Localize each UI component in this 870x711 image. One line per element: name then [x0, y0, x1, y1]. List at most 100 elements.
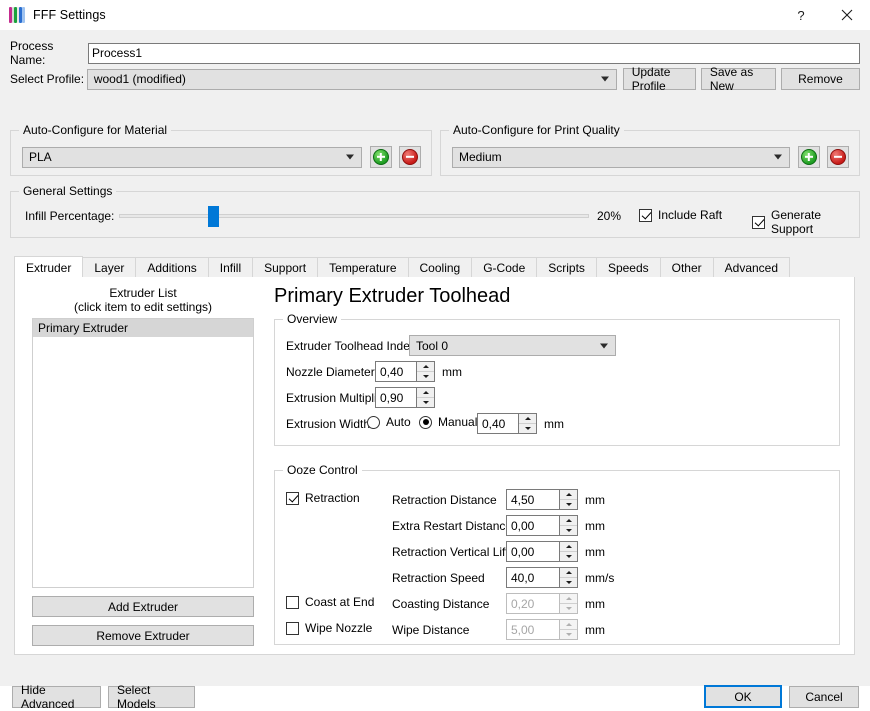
remove-quality-button[interactable]	[827, 146, 849, 168]
spinner-buttons[interactable]	[416, 362, 434, 381]
quality-combo[interactable]: Medium	[452, 146, 790, 168]
spinner-buttons[interactable]	[559, 568, 577, 587]
wipe-distance-spinbox[interactable]: 5,00	[506, 619, 578, 640]
add-quality-button[interactable]	[798, 146, 820, 168]
select-models-button[interactable]: Select Models	[108, 683, 195, 711]
tab-g-code[interactable]: G-Code	[471, 257, 538, 278]
tab-temperature[interactable]: Temperature	[317, 257, 409, 278]
toolhead-index-combo[interactable]: Tool 0	[409, 335, 616, 356]
spinner-up-button[interactable]	[519, 414, 536, 424]
ooze-control-legend: Ooze Control	[283, 463, 362, 477]
tab-label: Cooling	[419, 261, 461, 275]
tab-other[interactable]: Other	[659, 257, 714, 278]
vertical-lift-unit: mm	[585, 545, 605, 559]
save-as-new-button[interactable]: Save as New	[700, 65, 776, 93]
spinner-down-button[interactable]	[417, 372, 434, 381]
coast-at-end-checkbox[interactable]: Coast at End	[286, 595, 374, 609]
spinner-buttons[interactable]	[559, 594, 577, 613]
extra-restart-spinbox[interactable]: 0,00	[506, 515, 578, 536]
help-button[interactable]: ?	[778, 0, 824, 30]
spinner-up-button[interactable]	[560, 516, 577, 526]
chevron-down-icon	[600, 76, 609, 82]
extruder-list-title: Extruder List	[109, 286, 177, 300]
spinner-buttons[interactable]	[559, 516, 577, 535]
plus-circle-icon	[373, 149, 389, 165]
coasting-distance-unit: mm	[585, 597, 605, 611]
close-button[interactable]	[824, 0, 870, 30]
extrusion-width-manual-radio[interactable]: Manual	[419, 415, 477, 429]
extrusion-width-unit: mm	[544, 417, 564, 431]
spinner-down-button[interactable]	[560, 578, 577, 587]
tab-support[interactable]: Support	[252, 257, 319, 278]
spinner-buttons[interactable]	[416, 388, 434, 407]
spinner-up-button[interactable]	[560, 568, 577, 578]
spinner-up-button[interactable]	[417, 362, 434, 372]
infill-percentage-slider[interactable]	[119, 206, 589, 227]
spinner-down-button[interactable]	[560, 526, 577, 535]
spinner-up-button[interactable]	[417, 388, 434, 398]
spinner-buttons[interactable]	[559, 542, 577, 561]
retraction-label: Retraction	[305, 491, 360, 505]
spinner-down-button[interactable]	[560, 604, 577, 613]
ok-button[interactable]: OK	[704, 685, 782, 708]
select-profile-combo[interactable]: wood1 (modified)	[86, 68, 617, 90]
wipe-nozzle-checkbox[interactable]: Wipe Nozzle	[286, 621, 372, 635]
general-settings-legend: General Settings	[19, 184, 117, 198]
retraction-checkbox[interactable]: Retraction	[286, 491, 360, 505]
hide-advanced-button[interactable]: Hide Advanced	[12, 683, 101, 711]
cancel-button[interactable]: Cancel	[789, 686, 859, 708]
spinner-up-button[interactable]	[560, 594, 577, 604]
tab-layer[interactable]: Layer	[82, 257, 137, 278]
coasting-distance-spinbox[interactable]: 0,20	[506, 593, 578, 614]
tab-additions[interactable]: Additions	[135, 257, 209, 278]
spinner-down-button[interactable]	[560, 630, 577, 639]
spinner-down-button[interactable]	[519, 424, 536, 433]
extruder-listbox[interactable]: Primary Extruder	[32, 318, 254, 588]
add-material-button[interactable]	[370, 146, 392, 168]
quality-group-legend: Auto-Configure for Print Quality	[449, 123, 624, 137]
settings-tabstrip[interactable]: Extruder Layer Additions Infill Support Tempe…	[14, 256, 855, 279]
spinner-up-button[interactable]	[560, 542, 577, 552]
tab-extruder[interactable]: Extruder	[14, 256, 84, 279]
spinner-up-button[interactable]	[560, 490, 577, 500]
remove-profile-button[interactable]: Remove	[780, 68, 860, 90]
spinner-down-button[interactable]	[417, 398, 434, 407]
update-profile-button[interactable]: Update Profile	[622, 65, 696, 93]
spinner-buttons[interactable]	[559, 490, 577, 509]
remove-material-button[interactable]	[399, 146, 421, 168]
list-item[interactable]: Primary Extruder	[33, 319, 253, 337]
retraction-distance-spinbox[interactable]: 4,50	[506, 489, 578, 510]
generate-support-label: Generate Support	[771, 208, 822, 236]
tab-label: Extruder	[26, 260, 72, 275]
spinner-buttons[interactable]	[518, 414, 536, 433]
tab-infill[interactable]: Infill	[207, 257, 254, 278]
caret-down-icon	[422, 375, 429, 378]
tab-cooling[interactable]: Cooling	[407, 257, 473, 278]
tab-advanced[interactable]: Advanced	[712, 257, 791, 278]
material-controls: PLA	[22, 146, 421, 168]
spinner-down-button[interactable]	[560, 500, 577, 509]
spinner-buttons[interactable]	[559, 620, 577, 639]
retraction-speed-spinbox[interactable]: 40,0	[506, 567, 578, 588]
slider-thumb[interactable]	[208, 206, 219, 227]
process-name-input[interactable]	[88, 42, 860, 64]
tab-label: G-Code	[483, 261, 526, 275]
tab-scripts[interactable]: Scripts	[536, 257, 597, 278]
add-extruder-button[interactable]: Add Extruder	[32, 596, 254, 617]
include-raft-checkbox[interactable]: Include Raft	[639, 208, 722, 222]
extrusion-multiplier-spinbox[interactable]: 0,90	[375, 387, 435, 408]
vertical-lift-spinbox[interactable]: 0,00	[506, 541, 578, 562]
spinner-down-button[interactable]	[560, 552, 577, 561]
caret-down-icon	[565, 633, 572, 636]
nozzle-diameter-spinbox[interactable]: 0,40	[375, 361, 435, 382]
generate-support-checkbox[interactable]: Generate Support	[752, 208, 859, 236]
slider-track	[119, 214, 589, 218]
extrusion-width-spinbox[interactable]: 0,40	[477, 413, 537, 434]
caret-up-icon	[565, 597, 572, 600]
tab-speeds[interactable]: Speeds	[595, 257, 661, 278]
remove-extruder-button[interactable]: Remove Extruder	[32, 625, 254, 646]
vertical-lift-label: Retraction Vertical Lift	[392, 545, 509, 559]
spinner-up-button[interactable]	[560, 620, 577, 630]
extrusion-width-auto-radio[interactable]: Auto	[367, 415, 411, 429]
material-combo[interactable]: PLA	[22, 146, 362, 168]
